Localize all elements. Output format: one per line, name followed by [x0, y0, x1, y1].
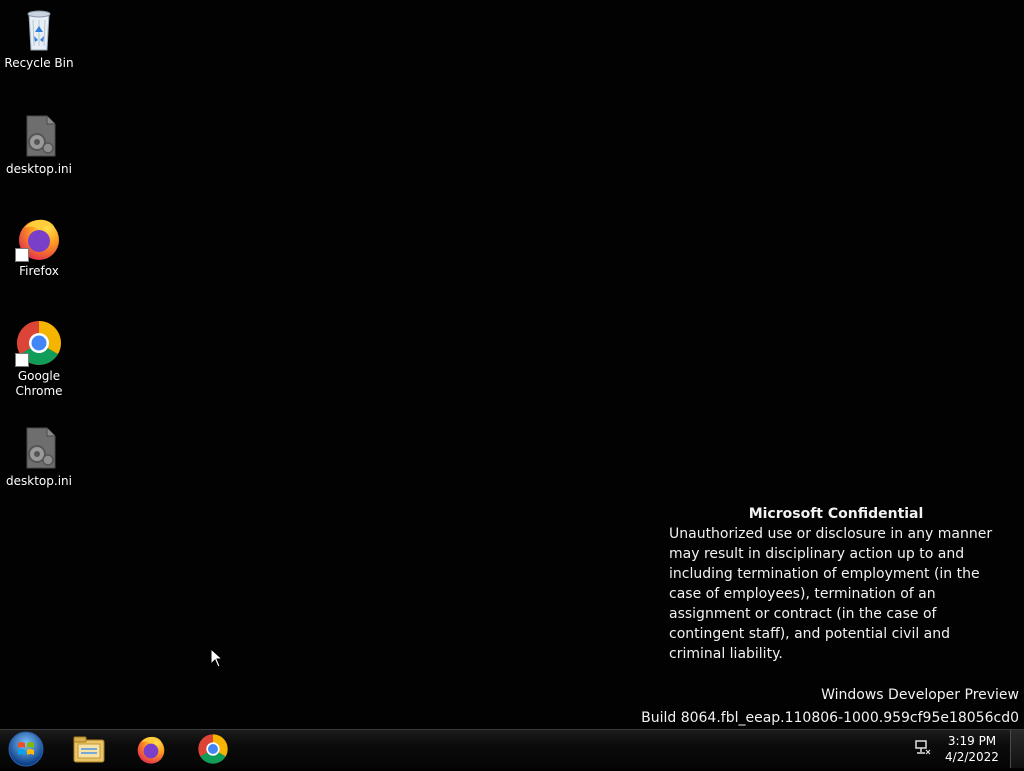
- watermark-body: Unauthorized use or disclosure in any ma…: [669, 526, 993, 662]
- settings-file-icon: [15, 424, 63, 472]
- desktop-icon-label: Recycle Bin: [4, 56, 74, 70]
- desktop: Recycle Bin desktop.ini Firefox Google C…: [0, 0, 1024, 729]
- confidential-watermark: Microsoft Confidential Unauthorized use …: [669, 504, 1009, 664]
- desktop-icon-desktop-ini[interactable]: desktop.ini: [0, 112, 78, 177]
- file-explorer-icon: [73, 736, 105, 763]
- desktop-icon-recycle-bin[interactable]: Recycle Bin: [0, 6, 78, 71]
- taskbar-google-chrome[interactable]: [185, 731, 241, 767]
- start-button[interactable]: [6, 731, 46, 767]
- edition-label: Windows Developer Preview: [821, 687, 1019, 703]
- desktop-icon-firefox[interactable]: Firefox: [0, 214, 78, 279]
- firefox-icon: [15, 214, 63, 262]
- desktop-icon-google-chrome[interactable]: Google Chrome: [0, 319, 78, 399]
- desktop-icon-label: Google Chrome: [15, 369, 63, 398]
- watermark-title: Microsoft Confidential: [748, 506, 924, 522]
- shortcut-arrow-icon: [15, 248, 29, 262]
- taskbar-file-explorer[interactable]: [61, 731, 117, 767]
- chrome-icon: [15, 319, 63, 367]
- desktop-icon-label: Firefox: [19, 264, 59, 278]
- chrome-icon: [198, 734, 228, 764]
- windows-logo-icon: [8, 731, 44, 767]
- firefox-icon: [137, 736, 165, 764]
- desktop-icon-label: desktop.ini: [6, 474, 72, 488]
- build-info: Windows Developer Preview Build 8064.fbl…: [641, 684, 1019, 730]
- clock-time: 3:19 PM: [947, 734, 997, 748]
- desktop-icon-desktop-ini[interactable]: desktop.ini: [0, 424, 78, 489]
- clock-date: 4/2/2022: [945, 750, 999, 764]
- network-icon[interactable]: [914, 740, 932, 756]
- mouse-pointer-icon: [210, 647, 224, 668]
- shortcut-arrow-icon: [15, 353, 29, 367]
- show-desktop-button[interactable]: [1010, 730, 1024, 768]
- taskbar: 3:19 PM 4/2/2022: [0, 729, 1024, 768]
- taskbar-firefox[interactable]: [123, 731, 179, 767]
- build-string: Build 8064.fbl_eeap.110806-1000.959cf95e…: [641, 710, 1019, 726]
- recycle-bin-icon: [15, 6, 63, 54]
- settings-file-icon: [15, 112, 63, 160]
- clock[interactable]: 3:19 PM 4/2/2022: [940, 733, 1004, 765]
- desktop-icon-label: desktop.ini: [6, 162, 72, 176]
